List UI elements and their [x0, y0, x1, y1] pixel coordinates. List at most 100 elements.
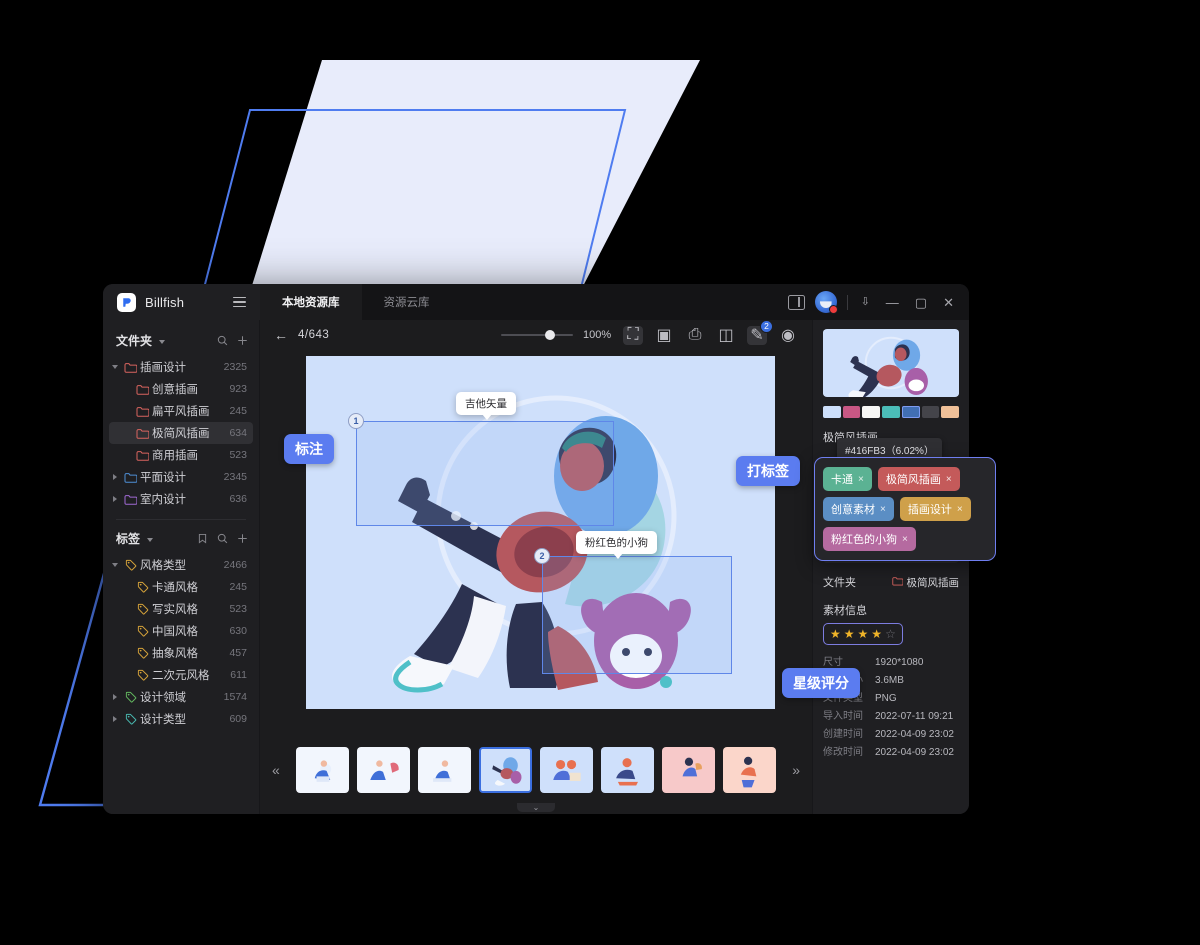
- annotate-pen-icon[interactable]: ✎ 2: [747, 319, 773, 345]
- thumbnail-item[interactable]: [418, 747, 471, 793]
- fit-screen-icon[interactable]: ⛶: [623, 325, 643, 345]
- item-count: 923: [229, 383, 247, 395]
- tag-item[interactable]: 风格类型 2466: [109, 554, 253, 576]
- color-pick-icon[interactable]: ◉: [778, 326, 798, 345]
- star-icon[interactable]: ★: [858, 627, 869, 641]
- annotation-region-2[interactable]: [542, 556, 732, 674]
- folder-item[interactable]: 扁平风插画 245: [109, 400, 253, 422]
- maximize-button[interactable]: ▢: [912, 296, 930, 309]
- metadata-value: 2022-04-09 23:02: [875, 729, 954, 740]
- title-bar: Billfish 本地资源库 资源云库 ⇩ — ▢ ✕: [103, 284, 969, 320]
- next-page-icon[interactable]: »: [792, 762, 800, 778]
- tag-item[interactable]: 二次元风格 611: [109, 664, 253, 686]
- prev-page-icon[interactable]: «: [272, 762, 280, 778]
- chevron-down-icon[interactable]: [159, 339, 166, 344]
- expand-toggle-icon[interactable]: [109, 365, 121, 369]
- tag-chip[interactable]: 粉红色的小狗 ×: [823, 527, 916, 551]
- folder-item[interactable]: 平面设计 2345: [109, 466, 253, 488]
- folder-item[interactable]: 创意插画 923: [109, 378, 253, 400]
- folder-item[interactable]: 插画设计 2325: [109, 356, 253, 378]
- item-count: 2325: [223, 361, 247, 373]
- tag-chip[interactable]: 极简风插画 ×: [877, 467, 960, 491]
- rotate-icon[interactable]: ⎙: [685, 326, 705, 345]
- metadata-row: 修改时间 2022-04-09 23:02: [823, 744, 959, 762]
- search-icon[interactable]: [217, 533, 228, 544]
- star-icon[interactable]: ☆: [885, 627, 896, 641]
- user-avatar[interactable]: [814, 291, 838, 314]
- bookmark-icon[interactable]: [197, 533, 208, 544]
- folder-item[interactable]: 室内设计 636: [109, 488, 253, 510]
- remove-tag-icon[interactable]: ×: [880, 504, 886, 515]
- tab-cloud-library[interactable]: 资源云库: [362, 284, 452, 320]
- folder-item[interactable]: 商用插画 523: [109, 444, 253, 466]
- folder-item[interactable]: 极简风插画 634: [109, 422, 253, 444]
- canvas-area: 1 2 吉他矢量 粉红色的小狗: [260, 350, 812, 737]
- back-arrow-icon[interactable]: ←: [274, 327, 288, 343]
- zoom-slider[interactable]: [501, 330, 573, 340]
- thumbnail-item[interactable]: [723, 747, 776, 793]
- color-swatch[interactable]: [823, 406, 841, 418]
- tab-local-library[interactable]: 本地资源库: [260, 284, 362, 320]
- tag-item[interactable]: 设计领域 1574: [109, 686, 253, 708]
- thumbnail-item[interactable]: [540, 747, 593, 793]
- tag-chip-label: 创意素材: [831, 504, 875, 516]
- color-swatch[interactable]: [842, 406, 861, 418]
- expand-toggle-icon[interactable]: [109, 716, 121, 722]
- tag-editor-popup[interactable]: 卡通 × 极简风插画 × 创意素材 × 插画设计 × 粉红色的小狗 ×: [814, 457, 996, 561]
- annotation-marker-1[interactable]: 1: [348, 413, 364, 429]
- star-icon[interactable]: ★: [830, 627, 841, 641]
- thumbnail-item[interactable]: [479, 747, 532, 793]
- star-icon[interactable]: ★: [871, 627, 882, 641]
- folder-row-value-wrap[interactable]: 极简风插画: [891, 575, 959, 590]
- close-button[interactable]: ✕: [940, 296, 957, 309]
- tag-item[interactable]: 卡通风格 245: [109, 576, 253, 598]
- actual-size-icon[interactable]: ▣: [654, 326, 674, 345]
- collapse-strip-icon[interactable]: ⌄: [517, 803, 555, 812]
- color-swatch[interactable]: [941, 406, 960, 418]
- compare-icon[interactable]: ◫: [716, 326, 736, 345]
- expand-toggle-icon[interactable]: [109, 496, 121, 502]
- tag-chip[interactable]: 卡通 ×: [823, 467, 872, 491]
- thumbnail-item[interactable]: [601, 747, 654, 793]
- tag-chip[interactable]: 插画设计 ×: [899, 497, 971, 521]
- item-label: 写实风格: [152, 604, 198, 616]
- remove-tag-icon[interactable]: ×: [902, 534, 908, 545]
- zoom-slider-knob[interactable]: [545, 330, 555, 340]
- thumbnail-item[interactable]: [662, 747, 715, 793]
- sidebar-divider: [116, 519, 246, 520]
- remove-tag-icon[interactable]: ×: [946, 474, 952, 485]
- pin-window-button[interactable]: ⇩: [858, 296, 873, 308]
- add-folder-icon[interactable]: [237, 335, 248, 346]
- thumbnail-item[interactable]: [357, 747, 410, 793]
- color-swatch[interactable]: [862, 406, 881, 418]
- metadata-value: 1920*1080: [875, 657, 924, 668]
- color-swatch[interactable]: [901, 406, 920, 418]
- search-icon[interactable]: [217, 335, 228, 346]
- tag-item[interactable]: 中国风格 630: [109, 620, 253, 642]
- rating-stars[interactable]: ★ ★ ★ ★ ☆: [823, 623, 903, 645]
- minimize-button[interactable]: —: [883, 296, 902, 309]
- image-canvas[interactable]: 1 2 吉他矢量 粉红色的小狗: [306, 356, 775, 709]
- annotation-region-1[interactable]: [356, 421, 614, 526]
- expand-toggle-icon[interactable]: [109, 694, 121, 700]
- expand-toggle-icon[interactable]: [109, 563, 121, 567]
- tag-chip[interactable]: 创意素材 ×: [823, 497, 894, 521]
- remove-tag-icon[interactable]: ×: [957, 504, 963, 515]
- add-tag-icon[interactable]: [237, 533, 248, 544]
- tag-item[interactable]: 设计类型 609: [109, 708, 253, 730]
- color-swatch[interactable]: [882, 406, 900, 418]
- thumbnail-item[interactable]: [296, 747, 349, 793]
- color-swatch[interactable]: [921, 406, 940, 418]
- tag-item[interactable]: 抽象风格 457: [109, 642, 253, 664]
- remove-tag-icon[interactable]: ×: [858, 474, 864, 485]
- metadata-key: 修改时间: [823, 747, 863, 758]
- star-icon[interactable]: ★: [844, 627, 855, 641]
- chevron-down-icon[interactable]: [147, 537, 154, 542]
- tag-item[interactable]: 写实风格 523: [109, 598, 253, 620]
- annotation-marker-2[interactable]: 2: [534, 548, 550, 564]
- expand-toggle-icon[interactable]: [109, 474, 121, 480]
- toggle-panel-icon[interactable]: [787, 294, 805, 310]
- tag-chip-label: 插画设计: [907, 504, 952, 516]
- menu-icon[interactable]: [233, 296, 246, 308]
- asset-preview[interactable]: [823, 329, 959, 397]
